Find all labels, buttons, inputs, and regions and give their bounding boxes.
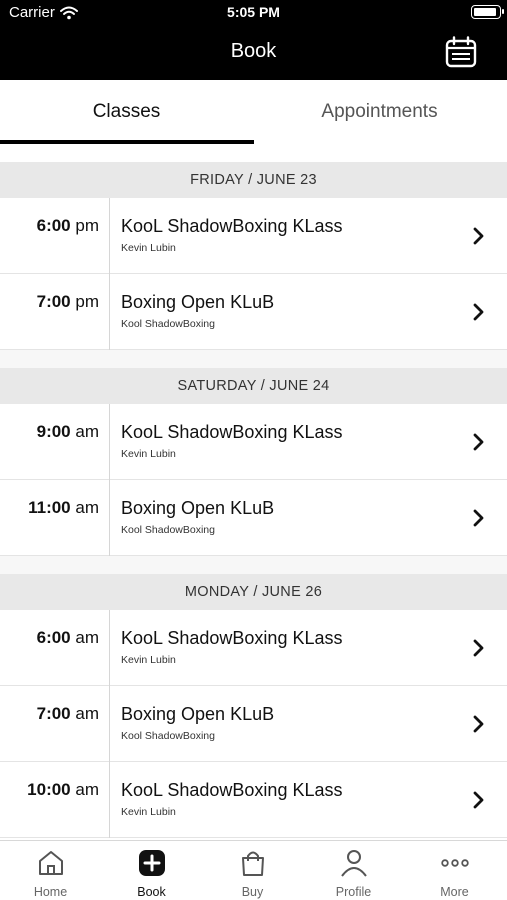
- chevron-right-icon: [473, 303, 484, 321]
- tabbar-item-home[interactable]: Home: [0, 841, 101, 900]
- tab-appointments[interactable]: Appointments: [253, 80, 506, 144]
- time-value: 11:00: [28, 498, 71, 517]
- time-value: 10:00: [27, 780, 71, 799]
- class-instructor: Kool ShadowBoxing: [121, 730, 215, 742]
- day-header: SATURDAY / JUNE 24: [0, 368, 507, 404]
- battery-icon: [471, 5, 504, 19]
- class-time: 6:00 pm: [0, 216, 99, 236]
- class-instructor: Kool ShadowBoxing: [121, 318, 215, 330]
- section-spacer: [0, 350, 507, 368]
- chevron-right-icon: [473, 639, 484, 657]
- row-divider: [109, 274, 110, 350]
- top-header: Carrier 5:05 PM Book: [0, 0, 507, 80]
- shopping-bag-icon: [242, 851, 264, 876]
- tabbar-label: More: [440, 885, 469, 899]
- class-time: 9:00 am: [0, 422, 99, 442]
- tab-classes[interactable]: Classes: [0, 80, 253, 144]
- day-header: MONDAY / JUNE 26: [0, 574, 507, 610]
- calendar-button[interactable]: [444, 36, 478, 68]
- row-divider: [109, 198, 110, 274]
- time-period: am: [75, 780, 99, 799]
- time-value: 6:00: [36, 628, 71, 647]
- time-period: am: [75, 628, 99, 647]
- calendar-icon: [445, 36, 477, 68]
- class-row[interactable]: 11:00 am Boxing Open KLuB Kool ShadowBox…: [0, 480, 507, 556]
- tabbar-label: Profile: [335, 885, 372, 899]
- class-name: Boxing Open KLuB: [121, 292, 275, 312]
- time-period: am: [75, 498, 99, 517]
- time-period: pm: [75, 292, 99, 311]
- section-spacer: [0, 556, 507, 574]
- row-divider: [109, 480, 110, 556]
- status-bar: Carrier 5:05 PM: [0, 0, 507, 26]
- tabbar-label: Buy: [241, 885, 264, 899]
- class-time: 7:00 am: [0, 704, 99, 724]
- time-period: am: [75, 704, 99, 723]
- class-time: 11:00 am: [0, 498, 99, 518]
- day-header: FRIDAY / JUNE 23: [0, 162, 507, 198]
- chevron-right-icon: [473, 227, 484, 245]
- chevron-right-icon: [473, 433, 484, 451]
- segment-tabs: Classes Appointments: [0, 80, 507, 144]
- class-name: KooL ShadowBoxing KLass: [121, 216, 343, 236]
- class-name: Boxing Open KLuB: [121, 498, 275, 518]
- time-period: pm: [75, 216, 99, 235]
- bottom-tab-bar: Home Book Buy Profile More: [0, 840, 507, 900]
- tabbar-item-book[interactable]: Book: [101, 841, 202, 900]
- class-schedule-list[interactable]: FRIDAY / JUNE 23 6:00 pm KooL ShadowBoxi…: [0, 162, 507, 840]
- tabbar-item-more[interactable]: More: [404, 841, 505, 900]
- page-title: Book: [230, 40, 277, 62]
- active-tab-indicator: [0, 140, 254, 144]
- class-time: 7:00 pm: [0, 292, 99, 312]
- class-row[interactable]: 10:00 am KooL ShadowBoxing KLass Kevin L…: [0, 762, 507, 838]
- status-time: 5:05 PM: [227, 4, 280, 20]
- time-period: am: [75, 422, 99, 441]
- tabbar-label: Book: [137, 885, 166, 899]
- class-row[interactable]: 6:00 pm KooL ShadowBoxing KLass Kevin Lu…: [0, 198, 507, 274]
- class-name: Boxing Open KLuB: [121, 704, 275, 724]
- class-instructor: Kevin Lubin: [121, 654, 176, 666]
- class-instructor: Kevin Lubin: [121, 806, 176, 818]
- class-instructor: Kevin Lubin: [121, 448, 176, 460]
- chevron-right-icon: [473, 791, 484, 809]
- tabbar-item-profile[interactable]: Profile: [303, 841, 404, 900]
- row-divider: [109, 686, 110, 762]
- time-value: 9:00: [36, 422, 71, 441]
- home-icon: [39, 851, 63, 875]
- plus-square-icon: [139, 850, 165, 876]
- class-instructor: Kool ShadowBoxing: [121, 524, 215, 536]
- chevron-right-icon: [473, 509, 484, 527]
- tabbar-item-buy[interactable]: Buy: [202, 841, 303, 900]
- class-name: KooL ShadowBoxing KLass: [121, 422, 343, 442]
- time-value: 6:00: [36, 216, 71, 235]
- class-row[interactable]: 7:00 am Boxing Open KLuB Kool ShadowBoxi…: [0, 686, 507, 762]
- row-divider: [109, 610, 110, 686]
- class-time: 6:00 am: [0, 628, 99, 648]
- class-row[interactable]: 9:00 am KooL ShadowBoxing KLass Kevin Lu…: [0, 404, 507, 480]
- time-value: 7:00: [36, 292, 71, 311]
- time-value: 7:00: [36, 704, 71, 723]
- row-divider: [109, 762, 110, 838]
- chevron-right-icon: [473, 715, 484, 733]
- more-icon: [441, 859, 469, 867]
- class-name: KooL ShadowBoxing KLass: [121, 628, 343, 648]
- class-row[interactable]: 6:00 am KooL ShadowBoxing KLass Kevin Lu…: [0, 610, 507, 686]
- class-row[interactable]: 7:00 pm Boxing Open KLuB Kool ShadowBoxi…: [0, 274, 507, 350]
- profile-icon: [341, 850, 367, 877]
- class-time: 10:00 am: [0, 780, 99, 800]
- tabbar-label: Home: [33, 885, 68, 899]
- class-instructor: Kevin Lubin: [121, 242, 176, 254]
- row-divider: [109, 404, 110, 480]
- class-name: KooL ShadowBoxing KLass: [121, 780, 343, 800]
